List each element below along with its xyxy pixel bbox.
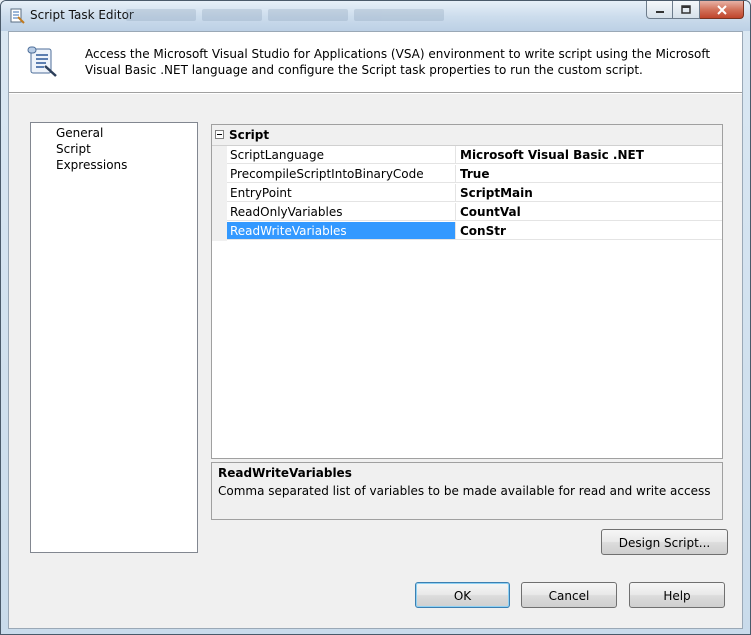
- property-value[interactable]: ConStr: [456, 222, 722, 240]
- property-value[interactable]: CountVal: [456, 203, 722, 221]
- window-controls: [646, 1, 744, 20]
- category-row-script[interactable]: Script: [212, 125, 722, 146]
- nav-item-general[interactable]: General: [56, 126, 103, 141]
- script-scroll-icon: [27, 46, 57, 77]
- description-text: Comma separated list of variables to be …: [218, 484, 711, 498]
- row-margin: [212, 146, 227, 165]
- nav-item-script[interactable]: Script: [56, 142, 91, 157]
- header-divider: [9, 92, 742, 94]
- maximize-button[interactable]: [673, 1, 700, 19]
- property-name: EntryPoint: [227, 184, 456, 202]
- dialog-client-area: Access the Microsoft Visual Studio for A…: [8, 31, 743, 629]
- maximize-icon: [681, 4, 691, 14]
- property-grid: Script ScriptLanguage Microsoft Visual B…: [211, 124, 723, 459]
- page-navigation-list: General Script Expressions: [30, 122, 198, 553]
- cancel-button[interactable]: Cancel: [521, 582, 617, 608]
- category-label: Script: [229, 128, 270, 142]
- ok-button[interactable]: OK: [415, 582, 510, 608]
- property-row-precompile[interactable]: PrecompileScriptIntoBinaryCode True: [212, 165, 722, 184]
- row-margin: [212, 165, 227, 184]
- row-margin: [212, 184, 227, 203]
- property-row-readonlyvariables[interactable]: ReadOnlyVariables CountVal: [212, 203, 722, 222]
- description-title: ReadWriteVariables: [218, 466, 352, 480]
- help-button[interactable]: Help: [629, 582, 725, 608]
- script-task-editor-window: Script Task Editor Access the Microsoft …: [0, 0, 751, 635]
- design-script-button[interactable]: Design Script...: [601, 529, 728, 555]
- close-icon: [716, 4, 727, 15]
- dialog-description: Access the Microsoft Visual Studio for A…: [85, 47, 711, 77]
- property-name: ScriptLanguage: [227, 146, 456, 164]
- window-title: Script Task Editor: [30, 8, 134, 22]
- property-name: PrecompileScriptIntoBinaryCode: [227, 165, 456, 183]
- title-bar[interactable]: Script Task Editor: [1, 1, 750, 31]
- row-margin: [212, 203, 227, 222]
- row-margin: [212, 222, 227, 241]
- property-row-readwritevariables[interactable]: ReadWriteVariables ConStr: [212, 222, 722, 241]
- property-name: ReadWriteVariables: [227, 222, 456, 240]
- script-task-icon: [10, 8, 25, 24]
- property-value[interactable]: Microsoft Visual Basic .NET: [456, 146, 722, 164]
- dialog-header: Access the Microsoft Visual Studio for A…: [9, 32, 742, 92]
- close-button[interactable]: [700, 1, 744, 19]
- property-description-panel: ReadWriteVariables Comma separated list …: [211, 462, 723, 520]
- property-name: ReadOnlyVariables: [227, 203, 456, 221]
- background-tabs-decoration: [126, 9, 506, 25]
- property-row-scriptlanguage[interactable]: ScriptLanguage Microsoft Visual Basic .N…: [212, 146, 722, 165]
- property-value[interactable]: True: [456, 165, 722, 183]
- minimize-button[interactable]: [646, 1, 673, 19]
- minimize-icon: [655, 10, 664, 13]
- property-value[interactable]: ScriptMain: [456, 184, 722, 202]
- property-row-entrypoint[interactable]: EntryPoint ScriptMain: [212, 184, 722, 203]
- nav-item-expressions[interactable]: Expressions: [56, 158, 127, 173]
- collapse-toggle-icon[interactable]: [215, 130, 224, 139]
